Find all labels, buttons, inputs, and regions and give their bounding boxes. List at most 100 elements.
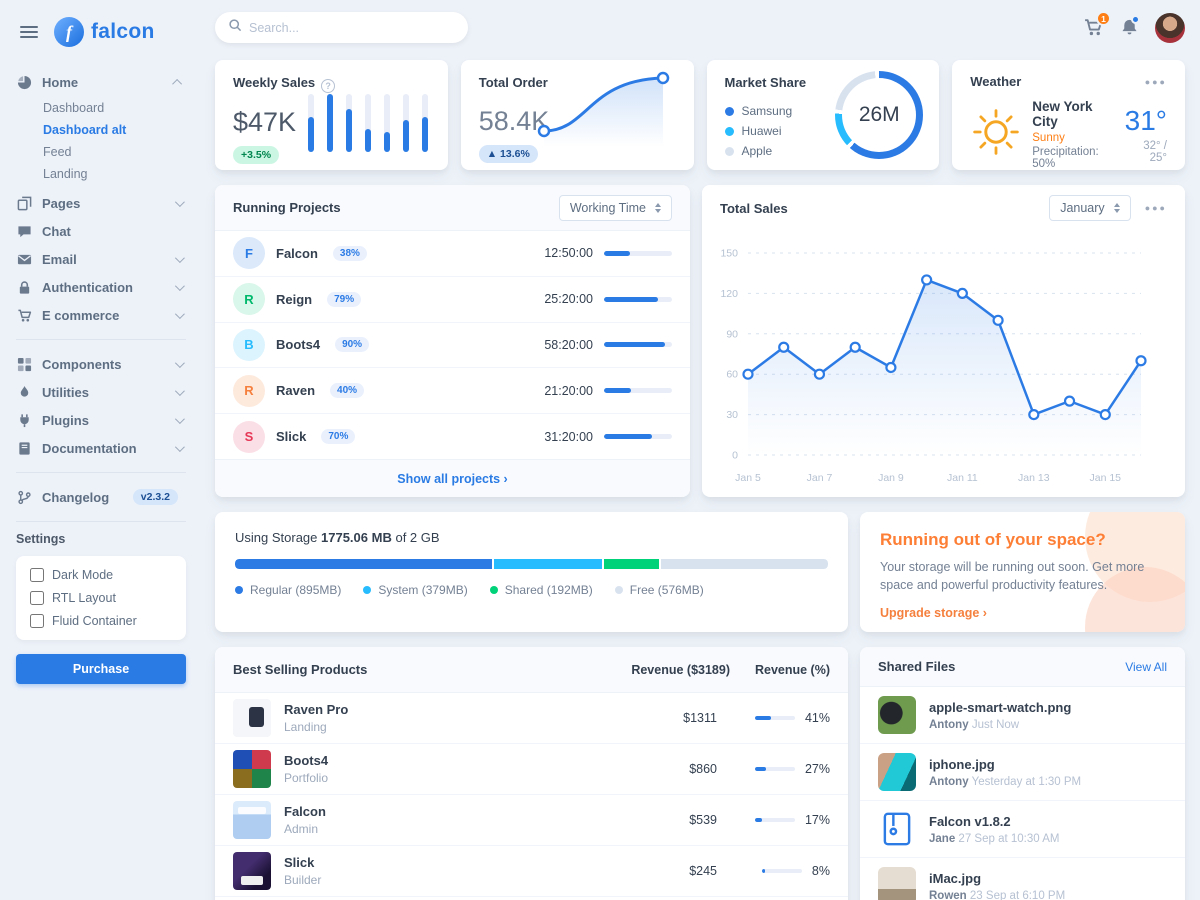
sidebar-item-landing[interactable]: Landing [43, 164, 186, 185]
promo-body: Your storage will be running out soon. G… [880, 558, 1145, 594]
column-header-revenue: Revenue ($3189) [612, 663, 730, 677]
project-name-link[interactable]: Slick [276, 429, 306, 444]
chevron-down-icon [175, 309, 185, 319]
search-box[interactable] [215, 12, 468, 43]
sidebar-item-utilities[interactable]: Utilities [16, 378, 186, 406]
chevron-down-icon [175, 442, 185, 452]
storage-legend: Regular (895MB) System (379MB) Shared (1… [235, 583, 828, 597]
legend-dot [725, 107, 734, 116]
chevron-down-icon [175, 281, 185, 291]
fluid-container-checkbox[interactable] [30, 614, 44, 628]
sidebar-item-email[interactable]: Email [16, 245, 186, 273]
sidebar-item-ecommerce[interactable]: E commerce [16, 301, 186, 329]
svg-text:Jan 9: Jan 9 [878, 472, 904, 484]
cart-button[interactable]: 1 [1083, 17, 1104, 38]
copy-icon [16, 196, 32, 211]
grid-icon [16, 357, 32, 372]
chevron-up-icon [172, 78, 182, 88]
total-sales-line-chart: 0306090120150Jan 5Jan 7Jan 9Jan 11Jan 13… [702, 231, 1185, 497]
sidebar-item-home[interactable]: Home [16, 68, 186, 96]
weather-city: New York City [1032, 99, 1114, 129]
project-name-link[interactable]: Raven [276, 383, 315, 398]
file-thumbnail [878, 696, 916, 734]
file-row-apple-smart-watch[interactable]: apple-smart-watch.png Antony Just Now [860, 687, 1185, 744]
weather-condition: Sunny [1032, 132, 1114, 144]
project-name-link[interactable]: Falcon [276, 246, 318, 261]
chevron-down-icon [175, 197, 185, 207]
sidebar-item-pages[interactable]: Pages [16, 189, 186, 217]
project-name-link[interactable]: Boots4 [276, 337, 320, 352]
product-row-raven-pro: Raven Pro Landing $1311 41% [215, 693, 848, 744]
sidebar-toggle-button[interactable] [16, 22, 42, 42]
project-name-link[interactable]: Reign [276, 292, 312, 307]
sidebar-item-documentation[interactable]: Documentation [16, 434, 186, 462]
product-row-falcon: Falcon Admin $539 17% [215, 795, 848, 846]
card-menu-button[interactable]: ●●● [1145, 77, 1167, 87]
settings-card: Dark Mode RTL Layout Fluid Container [16, 556, 186, 640]
sidebar-item-label: Home [42, 75, 165, 90]
falcon-logo-icon: f [54, 17, 84, 47]
file-row-iphone[interactable]: iphone.jpg Antony Yesterday at 1:30 PM [860, 744, 1185, 801]
sidebar-item-dashboard-alt[interactable]: Dashboard alt [43, 120, 186, 141]
bottom-row: Best Selling Products Revenue ($3189) Re… [215, 647, 1185, 900]
legend-dot [725, 127, 734, 136]
svg-text:120: 120 [720, 288, 738, 300]
topbar: 1 [215, 0, 1185, 55]
product-row-boots4: Boots4 Portfolio $860 27% [215, 744, 848, 795]
legend-dot [490, 586, 498, 594]
stats-row: Weekly Sales? $47K +3.5% Total Order 58.… [215, 60, 1185, 170]
promo-title: Running out of your space? [880, 530, 1165, 550]
svg-text:Jan 11: Jan 11 [947, 472, 978, 484]
sort-arrows-icon [655, 203, 661, 213]
help-icon[interactable]: ? [321, 79, 335, 93]
sort-arrows-icon [1114, 203, 1120, 213]
market-share-card: Market Share Samsung Huawei Apple 26M [707, 60, 940, 170]
column-header-percent: Revenue (%) [730, 663, 830, 677]
notification-dot [1131, 15, 1140, 24]
file-row-falcon[interactable]: Falcon v1.8.2 Jane 27 Sep at 10:30 AM [860, 801, 1185, 858]
zip-file-icon [878, 810, 916, 848]
chevron-down-icon [175, 386, 185, 396]
upgrade-storage-link[interactable]: Upgrade storage › [880, 606, 987, 620]
rtl-layout-checkbox[interactable] [30, 591, 44, 605]
sidebar-item-changelog[interactable]: Changelog v2.3.2 [16, 483, 186, 511]
project-row-reign: R Reign 79% 25:20:00 [215, 277, 690, 323]
working-time-select[interactable]: Working Time [559, 195, 672, 221]
file-row-imac[interactable]: iMac.jpg Rowen 23 Sep at 6:10 PM [860, 858, 1185, 900]
chevron-down-icon [175, 253, 185, 263]
sidebar-item-plugins[interactable]: Plugins [16, 406, 186, 434]
rtl-layout-option[interactable]: RTL Layout [30, 591, 172, 605]
sidebar-item-feed[interactable]: Feed [43, 142, 186, 163]
month-select[interactable]: January [1049, 195, 1130, 221]
legend-dot [235, 586, 243, 594]
show-all-projects-link[interactable]: Show all projects › [397, 472, 507, 486]
notifications-button[interactable] [1120, 18, 1139, 37]
main-content: 1 Weekly Sales? $47K +3.5% Total Order 5… [200, 0, 1200, 900]
legend-dot [363, 586, 371, 594]
purchase-button[interactable]: Purchase [16, 654, 186, 684]
app: f falcon Home Dashboard Dashboard alt Fe… [0, 0, 1200, 900]
sidebar-item-chat[interactable]: Chat [16, 217, 186, 245]
storage-usage-bar [235, 559, 828, 569]
sidebar-item-dashboard[interactable]: Dashboard [43, 98, 186, 119]
pie-chart-icon [16, 75, 32, 90]
sidebar-item-components[interactable]: Components [16, 350, 186, 378]
cart-count-badge: 1 [1096, 11, 1111, 26]
fluid-container-option[interactable]: Fluid Container [30, 614, 172, 628]
search-input[interactable] [249, 21, 454, 35]
legend-dot [725, 147, 734, 156]
dark-mode-option[interactable]: Dark Mode [30, 568, 172, 582]
cart-icon [16, 308, 32, 323]
card-menu-button[interactable]: ●●● [1145, 203, 1167, 213]
project-row-boots4: B Boots4 90% 58:20:00 [215, 323, 690, 369]
product-thumbnail [233, 852, 271, 890]
weekly-sales-bar-chart [308, 94, 428, 152]
user-avatar[interactable] [1155, 13, 1185, 43]
view-all-link[interactable]: View All [1125, 660, 1167, 674]
weather-range: 32° / 25° [1125, 140, 1167, 164]
sidebar-nav: Home Dashboard Dashboard alt Feed Landin… [16, 68, 186, 684]
dark-mode-checkbox[interactable] [30, 568, 44, 582]
product-row-slick: Slick Builder $245 8% [215, 846, 848, 897]
brand-logo[interactable]: f falcon [54, 17, 155, 47]
sidebar-item-authentication[interactable]: Authentication [16, 273, 186, 301]
